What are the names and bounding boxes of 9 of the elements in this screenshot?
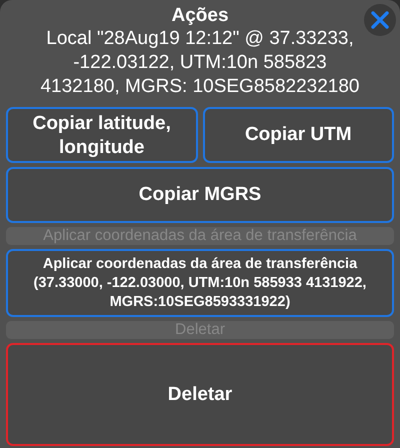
close-button[interactable] xyxy=(364,4,396,36)
location-description: Local "28Aug19 12:12" @ 37.33233, -122.03122, UTM:10n 585823 4132180, MGRS: 10SEG8582232180 xyxy=(39,27,360,99)
delete-button[interactable]: Deletar xyxy=(6,343,394,446)
copy-button[interactable]: Copiar latitude, longitude xyxy=(6,107,198,163)
sheet-title: Ações xyxy=(171,5,229,27)
copy-button[interactable]: Copiar UTM xyxy=(202,107,394,163)
copy-button[interactable]: Copiar MGRS xyxy=(6,167,394,223)
close-icon xyxy=(371,11,389,29)
apply-coordinates-button[interactable]: Aplicar coordenadas da área de transferência (37.33000, -122.03000, UTM:10n 585933 4131922, MGRS:10SEG8593331922) xyxy=(6,249,394,317)
